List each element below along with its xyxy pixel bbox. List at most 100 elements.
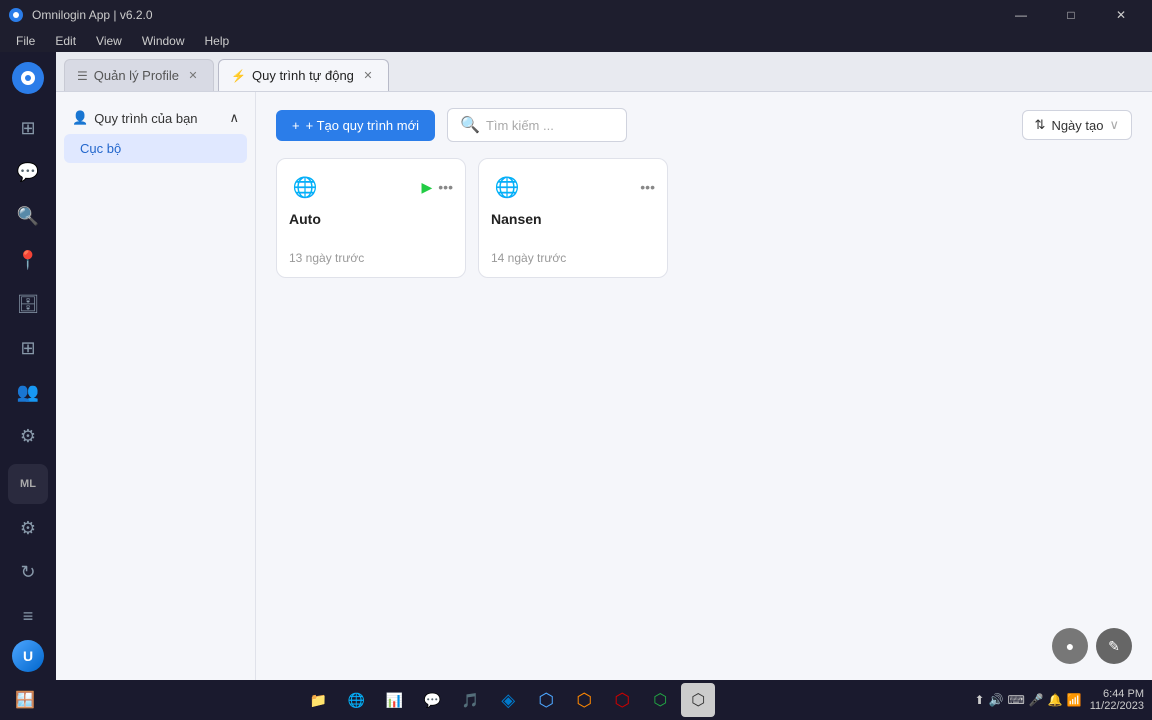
titlebar-left: Omnilogin App | v6.2.0 xyxy=(8,7,153,23)
workflow-folder-icon: 👤 xyxy=(72,110,88,126)
cards-grid: 🌐 ▶ ••• Auto 13 ngày trước 🌐 xyxy=(276,158,1132,278)
taskbar-start: 🪟 xyxy=(8,683,42,717)
taskbar-right: ⬆ 🔊 ⌨ 🎤 🔔 📶 6:44 PM 11/22/2023 xyxy=(975,688,1144,712)
taskbar-app-excel[interactable]: 📊 xyxy=(377,683,411,717)
home-icon: ⊞ xyxy=(20,118,35,139)
tab-workflow-icon: ⚡ xyxy=(231,69,246,83)
menu-icon: ≡ xyxy=(23,606,34,627)
sidebar-item-settings[interactable]: ⚙ xyxy=(8,416,48,456)
card-auto-time: 13 ngày trước xyxy=(289,251,364,265)
sidebar-item-search[interactable]: 🔍 xyxy=(8,196,48,236)
circle-button[interactable]: ● xyxy=(1052,628,1088,664)
taskbar-app-orange[interactable]: ⬡ xyxy=(567,683,601,717)
sound-icon[interactable]: 🔊 xyxy=(989,693,1004,707)
left-panel-header[interactable]: 👤 Quy trình của bạn ∧ xyxy=(64,104,247,132)
left-panel-item-local[interactable]: Cục bộ xyxy=(64,134,247,163)
notification-icon[interactable]: 🔔 xyxy=(1048,693,1063,707)
sidebar-item-chat[interactable]: 💬 xyxy=(8,152,48,192)
taskbar-app-vscode[interactable]: ◈ xyxy=(491,683,525,717)
card-auto-more-button[interactable]: ••• xyxy=(438,179,453,195)
tab-quy-trinh-tu-dong[interactable]: ⚡ Quy trình tự động ✕ xyxy=(218,59,389,91)
card-nansen-more-button[interactable]: ••• xyxy=(640,179,655,195)
menu-file[interactable]: File xyxy=(8,32,43,50)
left-panel-header-left: 👤 Quy trình của bạn xyxy=(72,110,198,126)
card-auto-play-button[interactable]: ▶ xyxy=(422,179,433,196)
tab-profile-label: Quản lý Profile xyxy=(94,68,179,83)
card-nansen[interactable]: 🌐 ••• Nansen 14 ngày trước xyxy=(478,158,668,278)
chat-icon: 💬 xyxy=(17,162,39,183)
tab-quan-ly-profile[interactable]: ☰ Quản lý Profile ✕ xyxy=(64,59,214,91)
sidebar-item-home[interactable]: ⊞ xyxy=(8,108,48,148)
taskbar-app-chrome[interactable]: 🌐 xyxy=(339,683,373,717)
card-nansen-header: 🌐 ••• xyxy=(491,171,655,203)
grid-icon: ⊞ xyxy=(20,338,35,359)
sort-dropdown[interactable]: ⇅ Ngày tạo ∨ xyxy=(1022,110,1132,140)
card-auto[interactable]: 🌐 ▶ ••• Auto 13 ngày trước xyxy=(276,158,466,278)
card-nansen-actions: ••• xyxy=(640,179,655,195)
menu-edit[interactable]: Edit xyxy=(47,32,84,50)
card-nansen-name: Nansen xyxy=(491,211,542,227)
sidebar-item-grid[interactable]: ⊞ xyxy=(8,328,48,368)
card-auto-actions: ▶ ••• xyxy=(422,179,454,196)
user-avatar[interactable]: U xyxy=(12,640,44,672)
sidebar-logo xyxy=(10,60,46,96)
search-icon: 🔍 xyxy=(17,206,39,227)
main-content: ☰ Quản lý Profile ✕ ⚡ Quy trình tự động … xyxy=(56,52,1152,680)
logo-icon xyxy=(10,60,46,96)
taskbar-app-blue1[interactable]: ⬡ xyxy=(529,683,563,717)
sidebar-item-refresh[interactable]: ↻ xyxy=(8,552,48,592)
sidebar-bottom: ML ⚙ ↻ ≡ U xyxy=(8,464,48,672)
card-nansen-time: 14 ngày trước xyxy=(491,251,566,265)
minimize-button[interactable]: — xyxy=(998,0,1044,30)
edit-button[interactable]: ✎ xyxy=(1096,628,1132,664)
left-panel: 👤 Quy trình của bạn ∧ Cục bộ xyxy=(56,92,256,680)
taskbar-app-red[interactable]: ⬡ xyxy=(605,683,639,717)
sidebar-item-ml[interactable]: ML xyxy=(8,464,48,504)
app-logo-icon xyxy=(8,7,24,23)
menu-help[interactable]: Help xyxy=(197,32,238,50)
search-input[interactable] xyxy=(486,118,614,133)
tab-profile-icon: ☰ xyxy=(77,69,88,83)
create-workflow-button[interactable]: + + Tạo quy trình mới xyxy=(276,110,435,141)
taskbar-app-messenger[interactable]: 💬 xyxy=(415,683,449,717)
taskbar-system-icons: ⬆ 🔊 ⌨ 🎤 🔔 📶 xyxy=(975,693,1082,707)
tab-workflow-close[interactable]: ✕ xyxy=(360,68,376,84)
sidebar-item-location[interactable]: 📍 xyxy=(8,240,48,280)
keyboard-icon[interactable]: ⌨ xyxy=(1008,693,1025,707)
maximize-button[interactable]: □ xyxy=(1048,0,1094,30)
gear-icon: ⚙ xyxy=(20,518,36,539)
local-item-label: Cục bộ xyxy=(80,141,121,156)
page-content: 👤 Quy trình của bạn ∧ Cục bộ xyxy=(56,92,1152,680)
wifi-icon[interactable]: 📶 xyxy=(1067,693,1082,707)
floating-buttons: ● ✎ xyxy=(1052,628,1132,664)
taskbar-app-spotify[interactable]: 🎵 xyxy=(453,683,487,717)
avatar-label: U xyxy=(23,648,33,664)
mic-icon[interactable]: 🎤 xyxy=(1029,693,1044,707)
taskbar-clock: 6:44 PM 11/22/2023 xyxy=(1090,688,1144,712)
card-auto-name: Auto xyxy=(289,211,321,227)
taskbar-date-display: 11/22/2023 xyxy=(1090,700,1144,712)
sidebar-item-gear[interactable]: ⚙ xyxy=(8,508,48,548)
tabbar: ☰ Quản lý Profile ✕ ⚡ Quy trình tự động … xyxy=(56,52,1152,92)
start-button[interactable]: 🪟 xyxy=(8,683,42,717)
network-icon[interactable]: ⬆ xyxy=(975,693,985,707)
taskbar-app-dark[interactable]: ⬡ xyxy=(681,683,715,717)
taskbar-time-display: 6:44 PM xyxy=(1090,688,1144,700)
card-auto-icon: 🌐 xyxy=(289,171,321,203)
close-button[interactable]: ✕ xyxy=(1098,0,1144,30)
menu-view[interactable]: View xyxy=(88,32,130,50)
menu-window[interactable]: Window xyxy=(134,32,193,50)
taskbar-app-explorer[interactable]: 📁 xyxy=(301,683,335,717)
edit-icon: ✎ xyxy=(1108,638,1120,655)
windows-icon: 🪟 xyxy=(15,690,35,710)
users-icon: 👥 xyxy=(17,382,39,403)
create-icon: + xyxy=(292,118,300,133)
chevron-down-icon: ∨ xyxy=(1109,117,1119,133)
app-container: ⊞ 💬 🔍 📍 🗄 ⊞ 👥 ⚙ ML ⚙ xyxy=(0,52,1152,680)
taskbar-app-green[interactable]: ⬡ xyxy=(643,683,677,717)
sidebar-item-menu[interactable]: ≡ xyxy=(8,596,48,636)
sidebar-item-users[interactable]: 👥 xyxy=(8,372,48,412)
toolbar-right: ⇅ Ngày tạo ∨ xyxy=(1022,110,1132,140)
tab-profile-close[interactable]: ✕ xyxy=(185,68,201,84)
sidebar-item-database[interactable]: 🗄 xyxy=(8,284,48,324)
